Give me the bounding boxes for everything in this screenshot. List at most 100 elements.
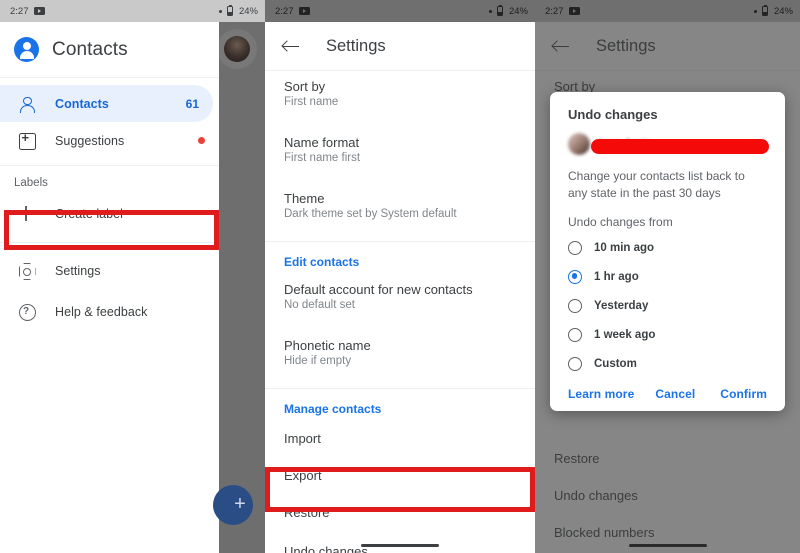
settings-group-header: Manage contacts <box>284 402 382 416</box>
page-title: Settings <box>326 36 386 55</box>
sidebar-item-create-label[interactable]: Create label <box>0 195 219 232</box>
dialog-title: Undo changes <box>568 107 658 122</box>
add-contact-fab-icon[interactable]: + <box>213 485 253 525</box>
battery-icon <box>761 4 768 16</box>
status-bar: 2:27 24% <box>535 0 800 22</box>
sidebar-item-label: Create label <box>55 206 124 221</box>
status-bar: 2:27 24% <box>265 0 535 22</box>
settings-row-phonetic-name[interactable]: Phonetic name Hide if empty <box>265 319 535 379</box>
drawer-scrim[interactable]: + <box>213 22 265 553</box>
gesture-navigation-bar <box>628 543 707 547</box>
settings-row-title: Export <box>284 468 322 483</box>
radio-option-10-min-ago[interactable]: 10 min ago <box>550 233 785 262</box>
navigation-drawer: Contacts Contacts 61 Suggestions Labels <box>0 22 219 553</box>
radio-option-1-week-ago[interactable]: 1 week ago <box>550 320 785 349</box>
settings-row-theme[interactable]: Theme Dark theme set by System default <box>265 172 535 232</box>
red-redaction-bar <box>591 139 769 154</box>
sidebar-item-help-feedback[interactable]: Help & feedback <box>0 293 219 330</box>
settings-scroll-area[interactable]: Sort by First name Name format First nam… <box>265 70 535 553</box>
sidebar-item-label: Suggestions <box>55 133 125 148</box>
battery-percent: 24% <box>508 5 528 17</box>
person-icon <box>18 96 35 113</box>
settings-row-subtitle: Dark theme set by System default <box>284 208 457 220</box>
settings-row-title: Phonetic name <box>284 338 371 353</box>
account-avatar-blurred <box>568 132 590 155</box>
settings-row-title: Default account for new contacts <box>284 282 473 297</box>
battery-icon <box>226 4 233 16</box>
status-dot-icon <box>488 9 492 13</box>
youtube-badge-icon <box>298 7 310 15</box>
settings-group-manage-contacts: Manage contacts Import Export Restore Un… <box>265 388 535 553</box>
drawer-header: Contacts <box>0 22 219 78</box>
undo-changes-dialog: Undo changes Ivan Janic Change your cont… <box>550 92 785 412</box>
sidebar-item-suggestions[interactable]: Suggestions <box>0 122 219 159</box>
status-dot-icon <box>218 9 222 13</box>
sidebar-item-label: Settings <box>55 263 101 278</box>
status-bar-right: 24% <box>753 4 793 17</box>
radio-option-label: 1 week ago <box>594 328 656 341</box>
gear-icon <box>18 263 34 279</box>
settings-row-title: Sort by <box>284 79 326 94</box>
radio-option-label: Yesterday <box>594 299 649 312</box>
dialog-body-text: Change your contacts list back to any st… <box>568 169 745 201</box>
sidebar-item-contacts[interactable]: Contacts 61 <box>0 85 213 122</box>
sidebar-item-label: Help & feedback <box>55 304 148 319</box>
radio-option-custom[interactable]: Custom <box>550 349 785 378</box>
cancel-button[interactable]: Cancel <box>655 387 695 401</box>
sidebar-item-settings[interactable]: Settings <box>0 252 219 289</box>
radio-button-icon[interactable] <box>568 240 582 255</box>
settings-row-sort-by[interactable]: Sort by First name <box>265 71 535 116</box>
status-time: 2:27 <box>545 5 564 17</box>
plus-icon <box>18 206 34 222</box>
settings-group-general: Sort by First name Name format First nam… <box>265 70 535 241</box>
radio-button-icon-selected[interactable] <box>568 269 582 284</box>
phone-screen-settings-list: 2:27 24% Settings Sort by First name Nam… <box>265 0 535 553</box>
help-circle-icon <box>18 304 36 321</box>
settings-row-name-format[interactable]: Name format First name first <box>265 116 535 172</box>
confirm-button[interactable]: Confirm <box>720 387 767 401</box>
settings-row-title: Restore <box>284 505 330 520</box>
suggestions-icon <box>18 130 36 150</box>
status-bar: 2:27 24% <box>0 0 265 22</box>
divider <box>0 242 219 243</box>
radio-button-icon[interactable] <box>568 298 582 313</box>
radio-option-yesterday[interactable]: Yesterday <box>550 291 785 320</box>
radio-button-icon[interactable] <box>568 356 582 371</box>
status-bar-left: 2:27 <box>545 6 580 17</box>
settings-top-bar: Settings <box>265 22 535 70</box>
battery-percent: 24% <box>773 5 793 17</box>
battery-percent: 24% <box>238 5 258 17</box>
youtube-badge-icon <box>568 7 580 15</box>
status-dot-icon <box>753 9 757 13</box>
settings-row-subtitle: First name first <box>284 152 361 164</box>
settings-row-default-account[interactable]: Default account for new contacts No defa… <box>265 273 535 319</box>
phone-screen-contacts-drawer: 2:27 24% + Contacts Contacts 61 + Sugges… <box>0 0 265 553</box>
youtube-badge-icon <box>33 7 45 15</box>
back-arrow-icon[interactable] <box>282 37 300 55</box>
settings-row-undo-changes[interactable]: Undo changes <box>265 531 535 553</box>
radio-option-1-hr-ago[interactable]: 1 hr ago <box>550 262 785 291</box>
status-bar-right: 24% <box>218 4 258 17</box>
radio-option-label: Custom <box>594 357 637 370</box>
dialog-account-row: Ivan Janic <box>550 131 785 159</box>
contacts-count-badge: 61 <box>185 96 199 111</box>
settings-row-subtitle: First name <box>284 96 339 108</box>
radio-button-icon[interactable] <box>568 327 582 342</box>
dialog-action-bar: Learn more Cancel Confirm <box>550 378 785 403</box>
phone-screen-undo-changes-dialog: 2:27 24% Settings Sort by First name Nam… <box>535 0 800 553</box>
settings-row-import[interactable]: Import <box>265 420 535 457</box>
screenshot-stage: 2:27 24% + Contacts Contacts 61 + Sugges… <box>0 0 800 553</box>
settings-row-title: Import <box>284 431 321 446</box>
account-avatar[interactable] <box>224 36 250 62</box>
status-time: 2:27 <box>275 5 294 17</box>
contacts-app-logo-icon <box>14 37 39 62</box>
settings-row-title: Theme <box>284 191 325 206</box>
radio-option-label: 10 min ago <box>594 241 655 254</box>
gesture-navigation-bar <box>361 543 439 547</box>
status-bar-right: 24% <box>488 4 528 17</box>
learn-more-link[interactable]: Learn more <box>568 387 634 401</box>
page-title: Contacts <box>52 38 128 60</box>
settings-row-restore[interactable]: Restore <box>265 494 535 531</box>
radio-option-label: 1 hr ago <box>594 270 639 283</box>
settings-row-export[interactable]: Export <box>265 457 535 494</box>
